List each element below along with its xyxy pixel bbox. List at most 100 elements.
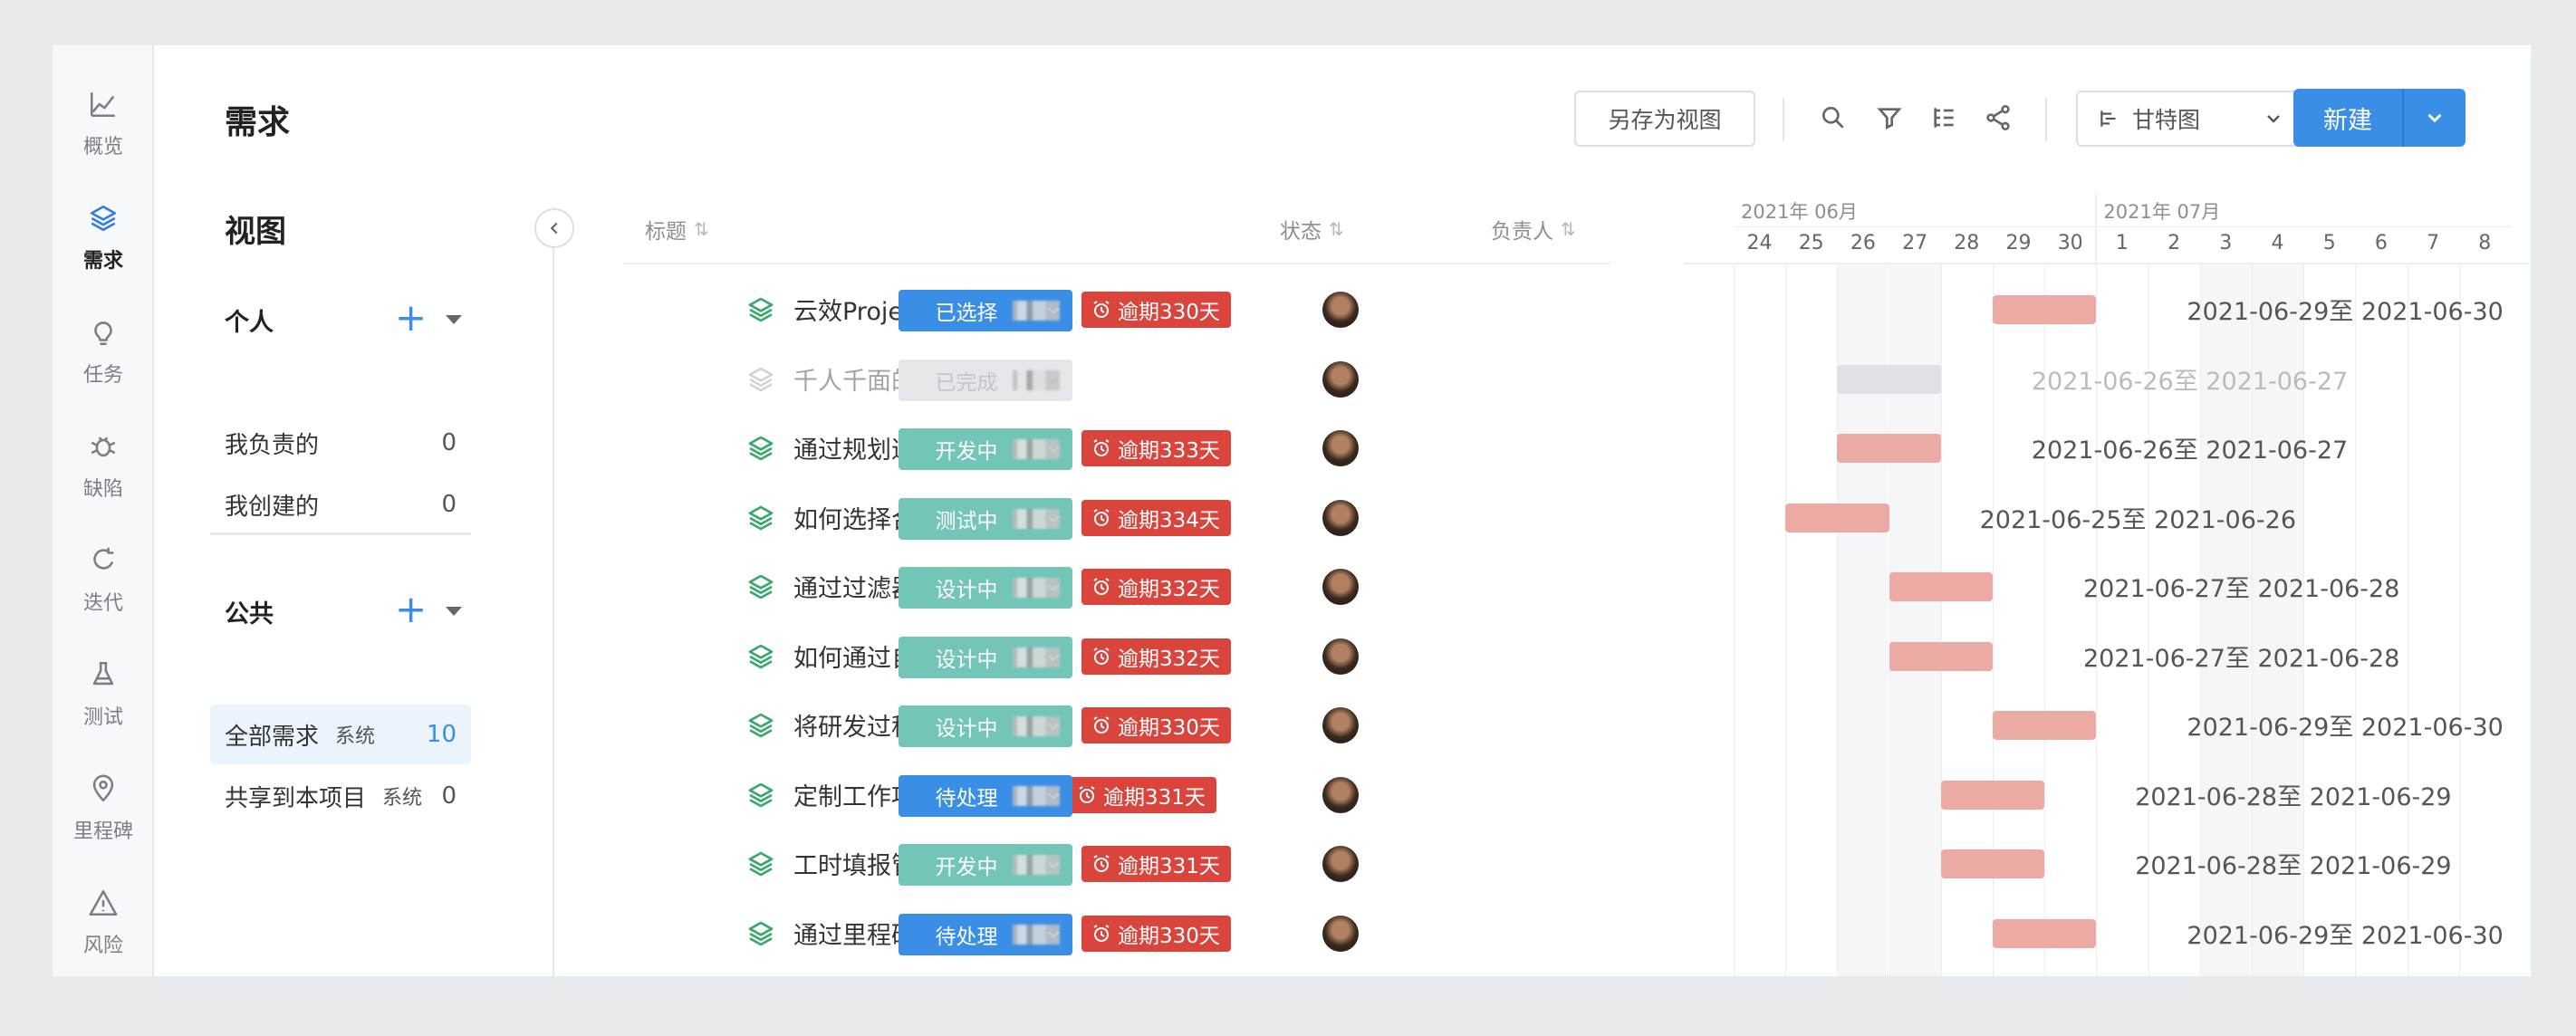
add-personal-view-icon[interactable]: + [395, 299, 427, 337]
requirement-icon [748, 367, 774, 391]
alarm-clock-icon [1093, 855, 1110, 872]
overdue-text: 逾期331天 [1118, 855, 1220, 878]
alarm-clock-icon [1093, 647, 1110, 665]
gantt-bar[interactable] [1785, 503, 1889, 532]
caret-down-icon[interactable] [446, 607, 462, 616]
table-row[interactable]: 将研发过程产生的研发... 逾期330天 设计中 [623, 691, 1610, 760]
overdue-text: 逾期334天 [1118, 508, 1220, 532]
column-header-title[interactable]: 标题 ⇅ [645, 214, 709, 245]
nav-item-label: 概览 [82, 136, 123, 158]
gantt-day-label: 30 [2057, 232, 2083, 254]
caret-down-icon[interactable] [446, 315, 462, 324]
alarm-clock-icon [1093, 508, 1110, 526]
avatar[interactable] [1322, 360, 1359, 398]
owner-name-redacted [1013, 924, 1060, 945]
view-item[interactable]: 我创建的 0 [210, 475, 471, 534]
view-item[interactable]: 全部需求 系统 10 [210, 705, 471, 764]
requirement-icon [748, 644, 774, 668]
avatar[interactable] [1322, 707, 1359, 743]
overdue-badge: 逾期332天 [1081, 569, 1231, 605]
requirement-icon [748, 505, 774, 530]
view-item-count: 0 [441, 782, 457, 810]
view-item[interactable]: 我负责的 0 [210, 413, 471, 473]
nav-item-label: 迭代 [82, 592, 123, 615]
table-row[interactable]: 千人千面的个人工作台 已完成 [623, 345, 1610, 414]
table-row[interactable]: 工时填报管理让研发兵... 逾期331天 开发中 [623, 830, 1610, 898]
gantt-day-label: 4 [2271, 232, 2284, 254]
nav-item-location[interactable]: 里程碑 [53, 759, 154, 859]
gantt-month-label: 2021年 06月 [1741, 201, 1858, 223]
page-title: 需求 [225, 104, 291, 141]
add-public-view-icon[interactable]: + [395, 590, 427, 628]
avatar[interactable] [1322, 846, 1359, 882]
avatar[interactable] [1322, 430, 1359, 466]
avatar[interactable] [1322, 569, 1359, 605]
avatar[interactable] [1322, 499, 1359, 536]
owner-name-redacted [1013, 439, 1060, 459]
table-row[interactable]: 云效Projex-新一代研发... 逾期330天 已选择 [623, 275, 1610, 344]
overdue-text: 逾期330天 [1118, 924, 1220, 948]
gantt-day-label: 7 [2427, 232, 2440, 254]
gantt-bar-date-range: 2021-06-26至 2021-06-27 [2031, 367, 2349, 396]
requirement-icon [748, 921, 774, 945]
table-row[interactable]: 定制工作项模版和工作流 逾期331天 待处理 [623, 761, 1610, 830]
gantt-day-column [1785, 263, 1837, 976]
nav-item-chart[interactable]: 概览 [53, 74, 154, 174]
view-item-label: 全部需求 [225, 723, 320, 751]
overdue-text: 逾期333天 [1118, 439, 1220, 463]
gantt-bar[interactable] [1940, 849, 2045, 878]
gantt-bar-date-range: 2021-06-27至 2021-06-28 [2083, 575, 2400, 603]
nav-item-layers[interactable]: 需求 [53, 188, 154, 288]
overdue-badge: 逾期330天 [1081, 707, 1231, 743]
gantt-day-label: 8 [2478, 232, 2492, 254]
gantt-bar-date-range: 2021-06-29至 2021-06-30 [2187, 714, 2504, 742]
gantt-bar[interactable] [1889, 641, 1993, 671]
owner-name-redacted [1013, 785, 1060, 806]
gantt-bar[interactable] [1940, 780, 2045, 810]
divider [1734, 226, 2511, 227]
table-row[interactable]: 通过里程碑和风险管理... 逾期330天 待处理 [623, 899, 1610, 968]
gantt-bar[interactable] [1993, 918, 2097, 948]
nav-item-bug[interactable]: 缺陷 [53, 417, 154, 516]
warning-icon [89, 889, 118, 916]
table-row[interactable]: 通过过滤器和视图对工... 逾期332天 设计中 [623, 552, 1610, 621]
table-row[interactable]: 如何通过自动化规则引... 逾期332天 设计中 [623, 622, 1610, 691]
nav-item-cycle[interactable]: 迭代 [53, 531, 154, 630]
alarm-clock-icon [1093, 301, 1110, 318]
views-title: 视图 [225, 214, 286, 250]
view-item-label: 我创建的 [225, 493, 320, 521]
overdue-badge: 逾期332天 [1081, 638, 1231, 675]
gantt-bar-date-range: 2021-06-27至 2021-06-28 [2083, 644, 2400, 673]
chart-icon [90, 92, 115, 118]
layers-icon [90, 205, 117, 232]
gantt-day-label: 28 [1954, 232, 1980, 254]
view-item-count: 0 [441, 429, 457, 456]
view-item-label: 我负责的 [225, 431, 320, 459]
column-header-status[interactable]: 状态 ⇅ [1280, 214, 1344, 245]
gantt-day-label: 26 [1850, 232, 1876, 254]
gantt-bar[interactable] [1993, 711, 2097, 740]
alarm-clock-icon [1093, 578, 1110, 595]
alarm-clock-icon [1093, 924, 1110, 942]
nav-item-flask[interactable]: 测试 [53, 645, 154, 744]
column-header-owner-label: 负责人 [1491, 220, 1553, 244]
table-row[interactable]: 通过规划迭代体验敏捷... 逾期333天 开发中 [623, 414, 1610, 483]
view-item[interactable]: 共享到本项目 系统 0 [210, 766, 471, 826]
owner-name-redacted [1013, 716, 1060, 736]
nav-item-warning[interactable]: 风险 [53, 873, 154, 973]
gantt-bar[interactable] [1889, 572, 1993, 601]
avatar[interactable] [1322, 292, 1359, 328]
column-header-owner[interactable]: 负责人 ⇅ [1491, 214, 1576, 245]
table-row[interactable]: 如何选择合适的项目模... 逾期334天 测试中 [623, 484, 1610, 552]
overdue-text: 逾期331天 [1103, 785, 1206, 810]
avatar[interactable] [1322, 638, 1359, 675]
gantt-bar[interactable] [1993, 295, 2097, 324]
avatar[interactable] [1322, 776, 1359, 813]
gantt-bar[interactable] [1837, 364, 1941, 394]
divider [623, 263, 1610, 264]
nav-item-bulb[interactable]: 任务 [53, 302, 154, 402]
gantt-bar[interactable] [1837, 434, 1941, 463]
view-item-count: 0 [441, 491, 457, 518]
collapse-panel-button[interactable] [534, 208, 574, 248]
avatar[interactable] [1322, 915, 1359, 952]
